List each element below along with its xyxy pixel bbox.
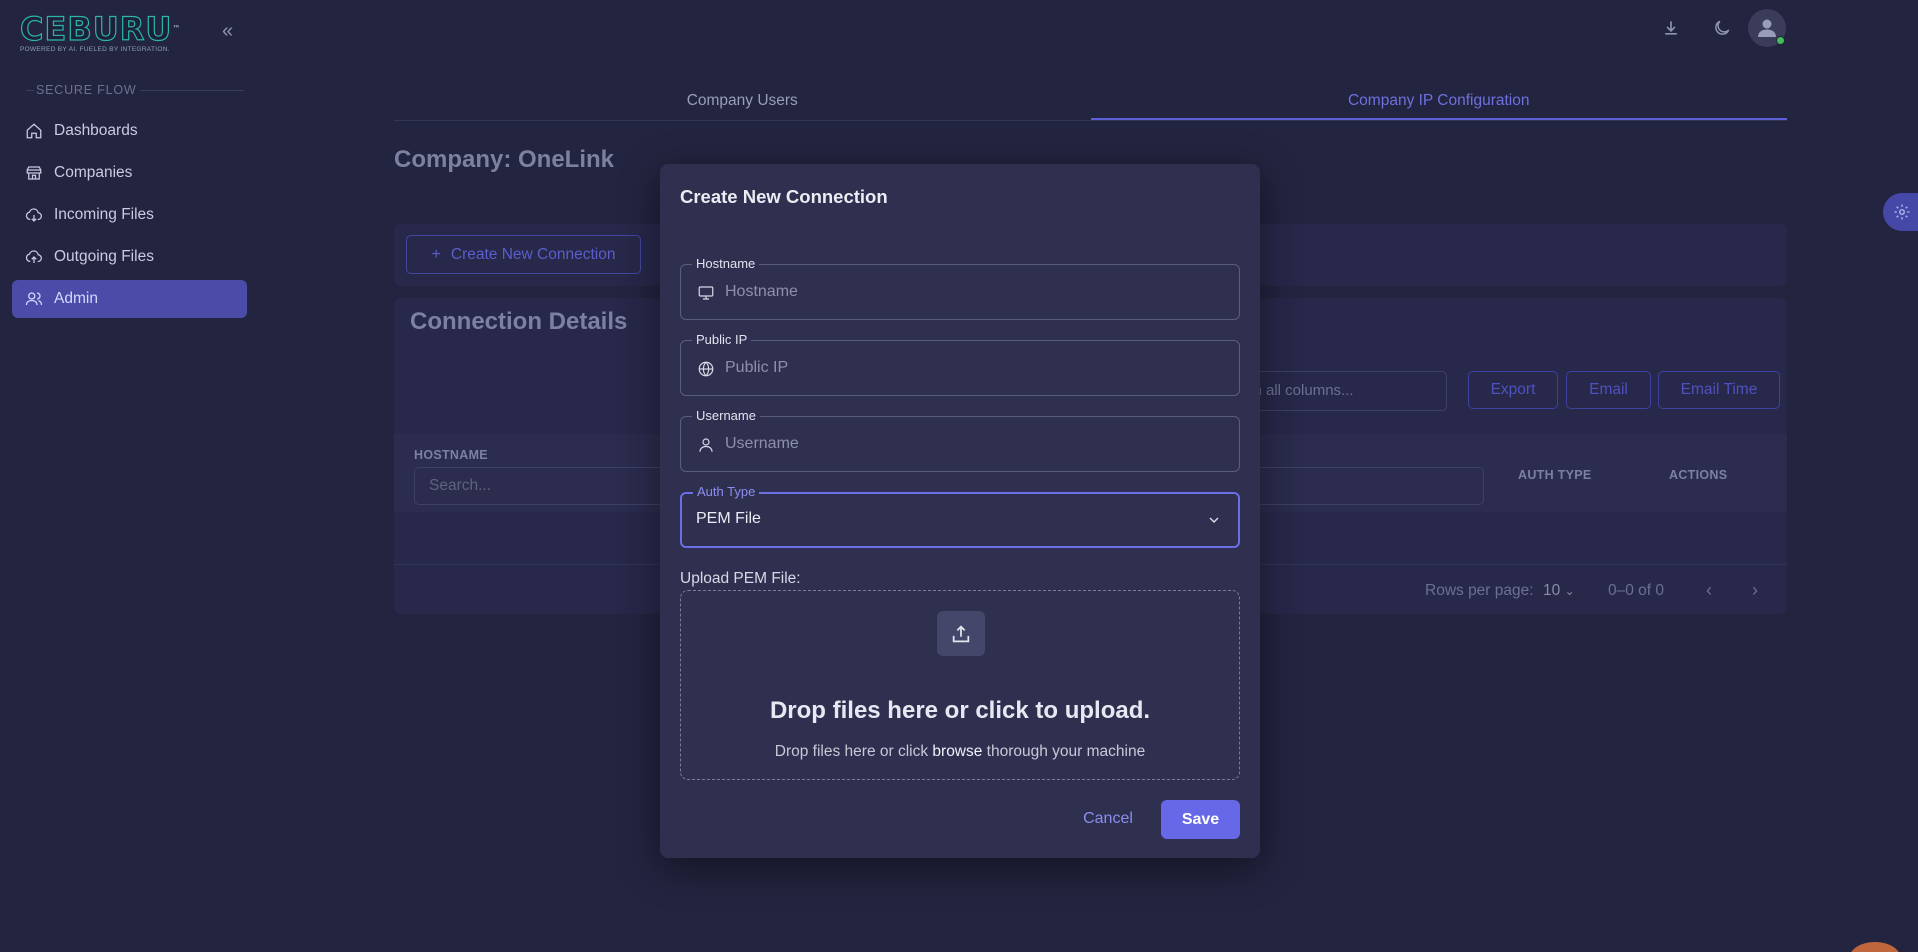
logo-wordmark: CEBURU™ — [19, 10, 200, 48]
hostname-field: Hostname — [680, 256, 1240, 320]
chevron-down-icon: ⌄ — [1564, 584, 1575, 598]
column-search-input[interactable] — [1240, 467, 1484, 505]
pagination-range: 0–0 of 0 — [1608, 582, 1665, 599]
sidebar-item-label: Admin — [54, 290, 98, 307]
sidebar-item-incoming-files[interactable]: Incoming Files — [12, 196, 247, 234]
cancel-button[interactable]: Cancel — [1076, 800, 1140, 838]
globe-icon — [697, 360, 715, 378]
monitor-icon — [697, 284, 715, 302]
hostname-column-search[interactable]: Search... — [414, 467, 674, 505]
email-time-button[interactable]: Email Time — [1658, 371, 1780, 409]
auth-type-select[interactable]: Auth Type PEM File — [680, 484, 1240, 548]
user-icon — [1758, 19, 1776, 37]
sidebar-item-label: Outgoing Files — [54, 248, 154, 265]
sidebar-item-dashboards[interactable]: Dashboards — [12, 112, 247, 150]
sidebar-item-label: Companies — [54, 164, 133, 181]
chat-widget-button[interactable] — [1850, 942, 1900, 952]
create-connection-button[interactable]: + Create New Connection — [406, 235, 641, 274]
settings-drawer-button[interactable] — [1883, 193, 1918, 231]
upload-pem-label: Upload PEM File: — [680, 570, 801, 587]
username-input[interactable] — [725, 417, 1225, 471]
gear-icon — [1894, 204, 1910, 220]
dropzone-subtitle-prefix: Drop files here or click — [774, 743, 933, 760]
page-title: Company: OneLink — [394, 146, 615, 173]
dark-mode-icon[interactable] — [1708, 14, 1736, 42]
previous-page-icon[interactable]: ‹ — [1698, 580, 1720, 602]
column-header-auth-type[interactable]: AUTH TYPE — [1518, 468, 1592, 482]
column-header-hostname[interactable]: HOSTNAME — [414, 448, 488, 462]
sidebar-item-admin[interactable]: Admin — [12, 280, 247, 318]
rows-per-page-select[interactable]: 10 ⌄ — [1543, 582, 1575, 600]
logo-tagline: POWERED BY AI. FUELED BY INTEGRATION. — [20, 46, 170, 53]
email-button[interactable]: Email — [1566, 371, 1651, 409]
brand-logo: CEBURU™ POWERED BY AI. FUELED BY INTEGRA… — [19, 10, 200, 53]
sidebar-item-companies[interactable]: Companies — [12, 154, 247, 192]
chevron-down-icon — [1206, 512, 1222, 528]
create-connection-label: Create New Connection — [450, 245, 616, 263]
hostname-input[interactable] — [725, 265, 1225, 319]
sidebar-item-outgoing-files[interactable]: Outgoing Files — [12, 238, 247, 276]
tab-bar: Company Users Company IP Configuration — [394, 88, 1787, 121]
dropzone-subtitle: Drop files here or click browse thorough… — [681, 743, 1239, 761]
logo-trademark: ™ — [172, 24, 182, 33]
collapse-sidebar-icon[interactable]: « — [222, 21, 240, 41]
store-icon — [26, 166, 42, 180]
plus-icon: + — [431, 245, 441, 263]
upload-icon — [937, 611, 985, 656]
public-ip-field: Public IP — [680, 332, 1240, 396]
user-icon — [697, 436, 715, 454]
dropzone-title: Drop files here or click to upload. — [769, 697, 1151, 724]
auth-type-value: PEM File — [696, 510, 761, 527]
cloud-upload-icon — [25, 250, 42, 263]
browse-link[interactable]: browse — [932, 743, 982, 760]
username-field: Username — [680, 408, 1240, 472]
rows-per-page-value: 10 — [1543, 582, 1561, 599]
connection-details-title: Connection Details — [410, 308, 628, 335]
home-icon — [26, 123, 42, 139]
export-button[interactable]: Export — [1468, 371, 1558, 409]
sidebar-item-label: Incoming Files — [54, 206, 154, 223]
file-dropzone[interactable]: Drop files here or click to upload. Drop… — [680, 590, 1240, 780]
next-page-icon[interactable]: › — [1744, 580, 1766, 602]
sidebar-item-label: Dashboards — [54, 122, 138, 139]
cloud-download-icon — [25, 208, 42, 222]
sidebar-section-label: SECURE FLOW — [36, 83, 137, 97]
download-icon[interactable] — [1657, 14, 1685, 42]
modal-title: Create New Connection — [680, 186, 888, 207]
save-button[interactable]: Save — [1161, 800, 1240, 839]
section-divider — [140, 90, 244, 91]
sidebar-nav: Dashboards Companies Incoming Files Outg… — [12, 112, 247, 322]
rows-per-page-label: Rows per page: — [1425, 582, 1534, 599]
create-connection-modal: Create New Connection Hostname Public IP… — [660, 164, 1260, 858]
section-divider — [26, 90, 34, 91]
tab-company-ip-configuration[interactable]: Company IP Configuration — [1090, 88, 1787, 120]
auth-type-label: Auth Type — [693, 484, 760, 499]
public-ip-input[interactable] — [725, 341, 1225, 395]
dropzone-subtitle-suffix: thorough your machine — [982, 743, 1146, 760]
online-status-dot — [1776, 36, 1785, 45]
search-all-columns-input[interactable]: rch all columns... — [1230, 371, 1447, 411]
logo-wordmark-text: CEBURU — [19, 10, 173, 48]
column-header-actions: ACTIONS — [1669, 468, 1728, 482]
tab-company-users[interactable]: Company Users — [394, 88, 1091, 120]
users-icon — [25, 292, 43, 306]
